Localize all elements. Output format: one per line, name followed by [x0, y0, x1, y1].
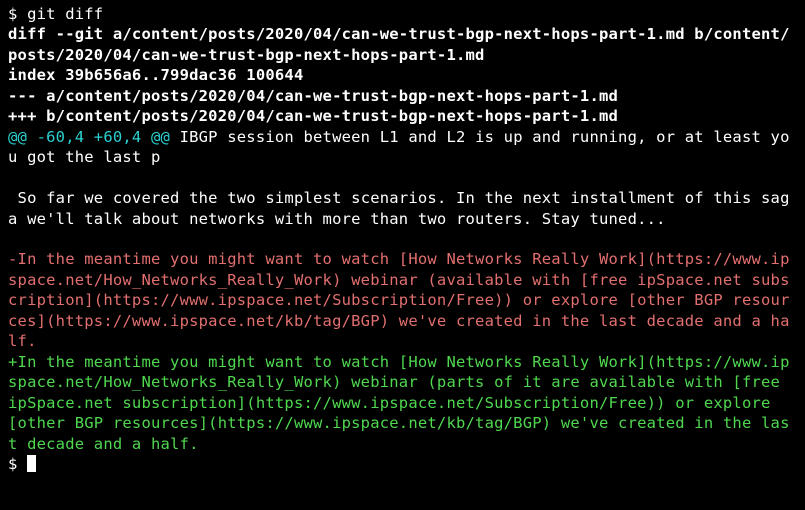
command-text: git diff: [27, 5, 103, 23]
added-line: +In the meantime you might want to watch…: [8, 352, 797, 454]
removed-line: -In the meantime you might want to watch…: [8, 249, 797, 351]
diff-header-new: +++ b/content/posts/2020/04/can-we-trust…: [8, 106, 797, 126]
context-blank: [8, 168, 797, 188]
cursor-icon: [27, 455, 36, 472]
trailing-prompt: $: [8, 455, 27, 473]
context-line: So far we covered the two simplest scena…: [8, 188, 797, 229]
prompt-symbol: $: [8, 5, 27, 23]
command-line[interactable]: $ git diff: [8, 4, 797, 24]
trailing-prompt-line[interactable]: $: [8, 454, 797, 474]
hunk-marker: @@ -60,4 +60,4 @@: [8, 128, 170, 146]
diff-header-index: index 39b656a6..799dac36 100644: [8, 65, 797, 85]
hunk-header: @@ -60,4 +60,4 @@ IBGP session between L…: [8, 127, 797, 168]
diff-header-file: diff --git a/content/posts/2020/04/can-w…: [8, 24, 797, 65]
diff-header-old: --- a/content/posts/2020/04/can-we-trust…: [8, 86, 797, 106]
context-blank-2: [8, 229, 797, 249]
terminal-window[interactable]: $ git diffdiff --git a/content/posts/202…: [0, 0, 805, 482]
